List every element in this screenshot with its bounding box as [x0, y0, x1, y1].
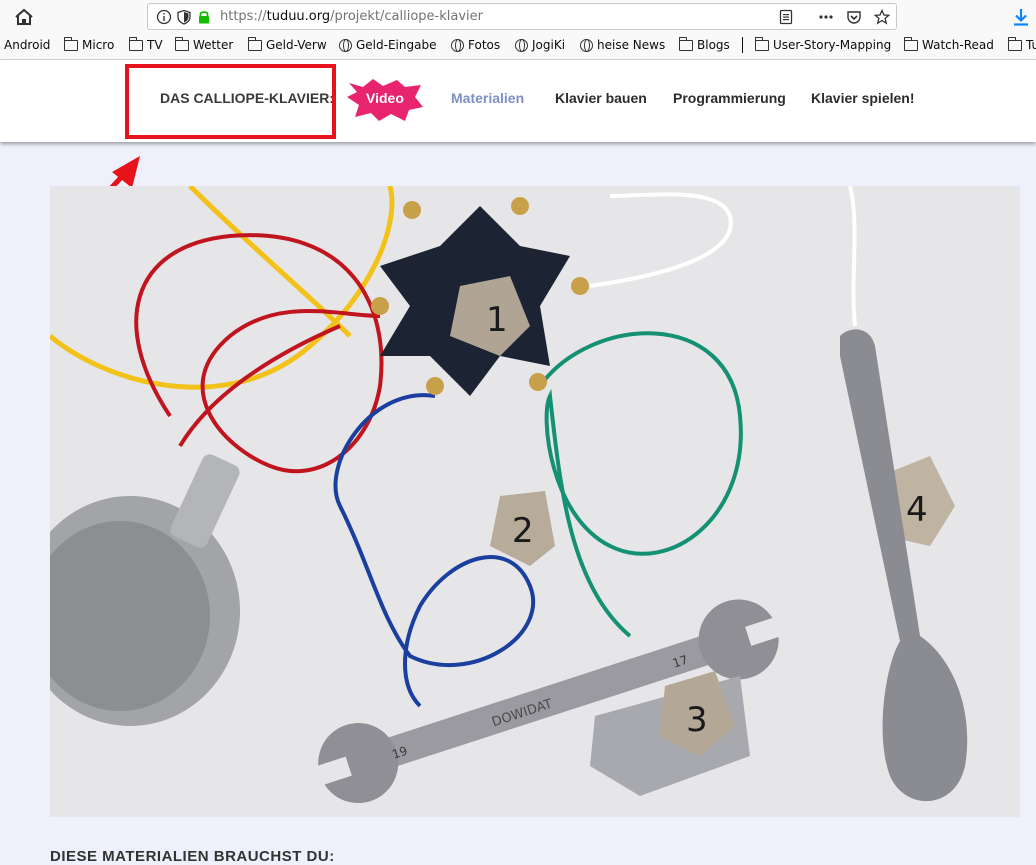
home-icon[interactable]	[13, 7, 35, 27]
nav-klavier-spielen[interactable]: Klavier spielen!	[811, 90, 915, 106]
hero-photo: 1 2 4 DOWIDAT 17 19 3	[50, 186, 1020, 817]
reader-view-icon[interactable]	[778, 9, 794, 25]
highlight-box	[125, 64, 336, 139]
info-icon[interactable]	[156, 9, 172, 25]
bookmark-blogs[interactable]: Blogs	[678, 36, 730, 52]
url-text: https://tuduu.org/projekt/calliope-klavi…	[220, 9, 483, 24]
bookmark-label: Fotos	[468, 38, 501, 52]
site-header: DAS CALLIOPE-KLAVIER: Video Materialien …	[0, 60, 1036, 142]
tag-label-1: 1	[486, 300, 508, 340]
nav-programmierung[interactable]: Programmierung	[673, 90, 786, 106]
bookmark-label: JogiKi	[532, 38, 566, 52]
bookmark-geld-verw[interactable]: Geld-Verw	[247, 36, 327, 52]
bookmark-separator	[742, 37, 743, 53]
bookmark-jogiki[interactable]: JogiKi	[515, 38, 565, 52]
browser-toolbar: https://tuduu.org/projekt/calliope-klavi…	[0, 0, 1036, 33]
bookmark-micro[interactable]: Micro	[63, 36, 115, 52]
bookmark-heise-news[interactable]: heise News	[580, 38, 665, 52]
bookmark-android[interactable]: Android	[0, 38, 50, 52]
page-actions-icon[interactable]	[818, 9, 834, 25]
bookmark-label: Wetter	[193, 38, 234, 52]
nav-video[interactable]: Video	[366, 90, 404, 106]
bookmark-label: Blogs	[697, 38, 730, 52]
bookmark-watch-read[interactable]: Watch-Read	[903, 36, 994, 52]
folder-icon	[903, 36, 918, 51]
nav-klavier-bauen[interactable]: Klavier bauen	[555, 90, 647, 106]
folder-icon	[128, 36, 143, 51]
lock-icon	[199, 11, 209, 24]
bookmark-tu[interactable]: Tu	[1007, 36, 1036, 52]
heise-icon	[580, 38, 593, 52]
url-bar[interactable]: https://tuduu.org/projekt/calliope-klavi…	[147, 3, 897, 30]
bookmark-geld-eingabe[interactable]: Geld-Eingabe	[339, 38, 436, 52]
folder-icon	[678, 36, 693, 51]
bookmark-user-story-mapping[interactable]: User-Story-Mapping	[754, 36, 892, 52]
download-icon[interactable]	[1012, 7, 1030, 27]
bookmark-label: Geld-Eingabe	[356, 38, 437, 52]
photo-illustration: 1 2 4 DOWIDAT 17 19 3	[50, 186, 1020, 817]
pocket-icon[interactable]	[846, 9, 862, 25]
nav-materialien[interactable]: Materialien	[451, 90, 524, 106]
bookmark-wetter[interactable]: Wetter	[174, 36, 234, 52]
bookmark-tv[interactable]: TV	[128, 36, 163, 52]
folder-icon	[1007, 36, 1022, 51]
globe-icon	[451, 38, 464, 52]
bookmark-label: Android	[4, 38, 51, 52]
globe-icon	[515, 38, 528, 52]
bookmark-label: User-Story-Mapping	[773, 38, 892, 52]
bookmarks-bar: Android Micro TV Wetter Geld-Verw Geld-E…	[0, 33, 1036, 60]
bookmark-star-icon[interactable]	[874, 9, 890, 25]
tag-label-4: 4	[906, 490, 928, 530]
bookmark-label: heise News	[597, 38, 666, 52]
folder-icon	[174, 36, 189, 51]
section-heading: DIESE MATERIALIEN BRAUCHST DU:	[50, 848, 335, 865]
bookmark-label: Watch-Read	[922, 38, 994, 52]
folder-icon	[63, 36, 78, 51]
bookmark-label: Geld-Verw	[266, 38, 327, 52]
bookmark-label: Tu	[1026, 38, 1036, 52]
folder-icon	[247, 36, 262, 51]
tag-label-3: 3	[686, 700, 708, 740]
tracking-shield-icon[interactable]	[176, 9, 192, 25]
folder-icon	[754, 36, 769, 51]
bookmark-label: Micro	[82, 38, 115, 52]
tag-label-2: 2	[512, 511, 534, 551]
globe-icon	[339, 38, 352, 52]
bookmark-label: TV	[147, 38, 163, 52]
bookmark-fotos[interactable]: Fotos	[451, 38, 500, 52]
